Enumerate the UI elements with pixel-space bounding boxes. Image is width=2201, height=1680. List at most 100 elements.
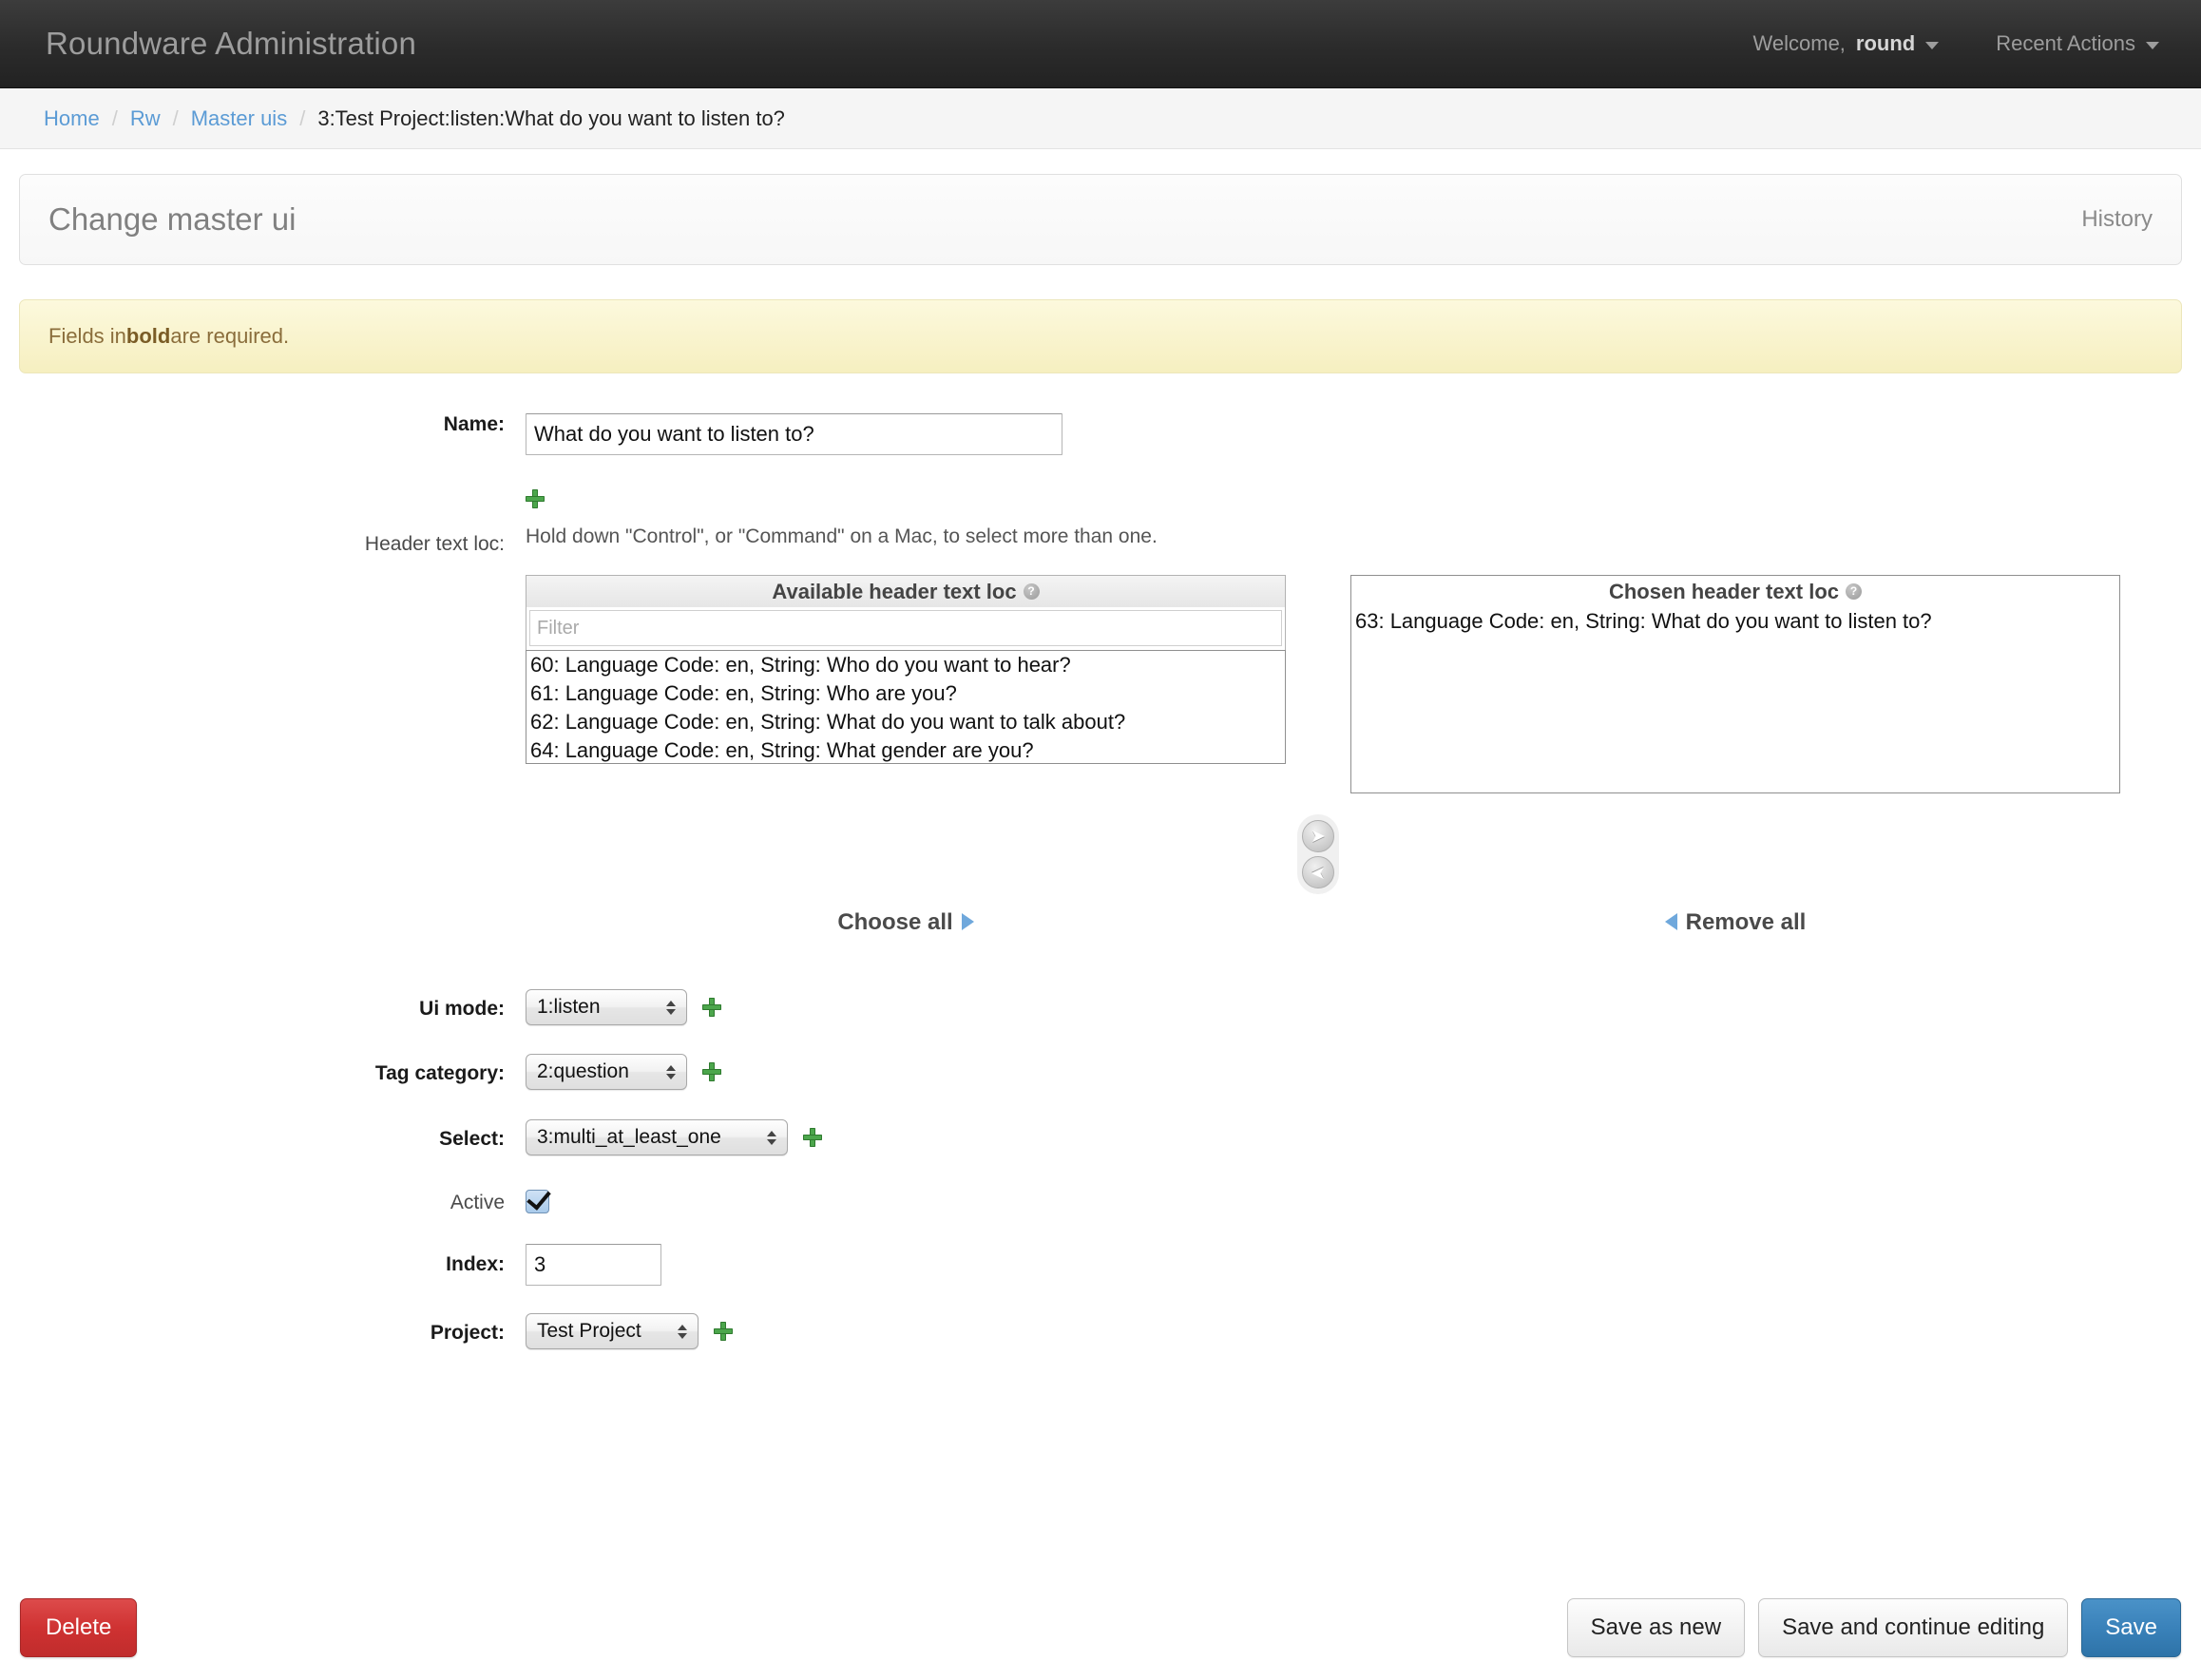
select-select[interactable]: 3:multi_at_least_one (526, 1119, 788, 1155)
stepper-icon (663, 1000, 682, 1015)
ui-mode-label: Ui mode: (419, 998, 505, 1020)
welcome-prefix: Welcome, (1752, 31, 1846, 55)
stepper-icon (663, 1064, 682, 1079)
save-button-group: Save as new Save and continue editing Sa… (1566, 1598, 2181, 1657)
field-row-name: Name: (19, 413, 2182, 455)
add-select-plus-icon[interactable] (802, 1128, 822, 1147)
chooser-arrow-group: ➤ ➤ (1286, 575, 1350, 894)
breadcrumb-separator: / (299, 105, 306, 130)
available-filter-wrap (526, 607, 1286, 650)
project-select-value: Test Project (537, 1320, 641, 1342)
select-label: Select: (439, 1128, 505, 1150)
save-as-new-button[interactable]: Save as new (1566, 1598, 1746, 1657)
breadcrumb: Home / Rw / Master uis / 3:Test Project:… (0, 88, 2201, 149)
available-filter-input[interactable] (529, 610, 1282, 646)
remove-all-label: Remove all (1685, 909, 1807, 935)
recent-actions-label: Recent Actions (1996, 31, 2135, 55)
arrow-left-glyph: ➤ (1311, 862, 1326, 883)
arrow-right-icon (961, 912, 974, 930)
remove-selected-arrow-left-icon[interactable]: ➤ (1302, 856, 1334, 888)
history-link[interactable]: History (2081, 206, 2153, 233)
choose-all-label: Choose all (837, 909, 953, 935)
field-row-project: Project: Test Project (19, 1313, 2182, 1349)
save-button[interactable]: Save (2081, 1598, 2181, 1657)
active-label: Active (450, 1192, 505, 1213)
available-option-item[interactable]: 62: Language Code: en, String: What do y… (526, 708, 1285, 736)
active-checkbox[interactable] (526, 1190, 549, 1213)
arrow-right-glyph: ➤ (1311, 826, 1326, 847)
notice-text-pre: Fields in (48, 324, 126, 348)
chevron-down-icon (1925, 42, 1940, 49)
available-options-list[interactable]: 60: Language Code: en, String: Who do yo… (526, 650, 1286, 764)
available-box: Available header text loc? 60: Language … (526, 575, 1286, 764)
field-row-active: Active (19, 1190, 2182, 1214)
ui-mode-select-value: 1:listen (537, 996, 601, 1018)
index-input[interactable] (526, 1244, 661, 1286)
ui-mode-select[interactable]: 1:listen (526, 989, 687, 1025)
remove-all-link[interactable]: Remove all (1350, 909, 2120, 936)
submit-row: Delete Save as new Save and continue edi… (0, 1575, 2201, 1680)
breadcrumb-separator: / (172, 105, 179, 130)
field-row-select: Select: 3:multi_at_least_one (19, 1119, 2182, 1155)
chosen-box-title: Chosen header text loc? (1350, 575, 2120, 607)
available-option-item[interactable]: 64: Language Code: en, String: What gend… (526, 736, 1285, 763)
chosen-options-list[interactable]: 63: Language Code: en, String: What do y… (1350, 607, 2120, 793)
available-option-item[interactable]: 60: Language Code: en, String: Who do yo… (526, 651, 1285, 679)
required-fields-notice: Fields in bold are required. (19, 299, 2182, 373)
page-title: Change master ui (48, 201, 297, 237)
breadcrumb-separator: / (111, 105, 118, 130)
main-content: Change master ui History Fields in bold … (0, 174, 2201, 1349)
select-select-value: 3:multi_at_least_one (537, 1126, 721, 1148)
name-label: Name: (443, 413, 505, 435)
header-text-loc-help-text: Hold down "Control", or "Command" on a M… (526, 525, 1158, 547)
breadcrumb-current-item: 3:Test Project:listen:What do you want t… (317, 105, 785, 130)
available-title-text: Available header text loc (772, 580, 1017, 603)
add-header-text-loc-plus-icon[interactable] (526, 489, 545, 509)
name-input[interactable] (526, 413, 1062, 455)
breadcrumb-home-link[interactable]: Home (44, 106, 100, 131)
available-box-title: Available header text loc? (526, 575, 1286, 607)
available-option-item[interactable]: 61: Language Code: en, String: Who are y… (526, 679, 1285, 708)
recent-actions-menu[interactable]: Recent Actions (1996, 31, 2159, 56)
chooser-pill: ➤ ➤ (1297, 814, 1339, 894)
save-and-continue-button[interactable]: Save and continue editing (1758, 1598, 2069, 1657)
project-label: Project: (430, 1322, 505, 1344)
tag-category-label: Tag category: (374, 1062, 505, 1084)
breadcrumb-model-link[interactable]: Master uis (191, 106, 287, 131)
stepper-icon (675, 1324, 694, 1339)
user-menu-welcome[interactable]: Welcome, round (1753, 31, 1940, 56)
topnav-right-group: Welcome, round Recent Actions (1753, 31, 2159, 56)
index-label: Index: (446, 1253, 505, 1275)
choose-remove-all-row: Choose all Remove all (526, 909, 2182, 936)
chosen-option-item[interactable]: 63: Language Code: en, String: What do y… (1351, 607, 2119, 636)
change-form: Name: Header text loc: Hold down "Contro… (19, 413, 2182, 1349)
add-tag-category-plus-icon[interactable] (701, 1062, 721, 1081)
add-project-plus-icon[interactable] (713, 1322, 733, 1341)
site-brand-title: Roundware Administration (46, 26, 417, 61)
top-navbar: Roundware Administration Welcome, round … (0, 0, 2201, 88)
delete-button[interactable]: Delete (20, 1598, 138, 1657)
project-select[interactable]: Test Project (526, 1313, 699, 1349)
notice-text-bold: bold (125, 324, 171, 348)
field-row-ui-mode: Ui mode: 1:listen (19, 989, 2182, 1025)
field-row-header-text-loc: Header text loc: Hold down "Control", or… (19, 487, 2182, 936)
field-row-index: Index: (19, 1244, 2182, 1286)
choose-all-link[interactable]: Choose all (526, 909, 1286, 936)
arrow-left-icon (1664, 912, 1677, 930)
help-icon[interactable]: ? (1846, 582, 1863, 600)
chevron-down-icon (2146, 42, 2159, 49)
notice-text-post: are required. (170, 324, 290, 348)
add-ui-mode-plus-icon[interactable] (701, 998, 721, 1017)
page-header-panel: Change master ui History (19, 174, 2182, 265)
field-row-tag-category: Tag category: 2:question (19, 1054, 2182, 1090)
help-icon[interactable]: ? (1023, 582, 1040, 600)
tag-category-select-value: 2:question (537, 1060, 629, 1082)
multi-select-widget: Available header text loc? 60: Language … (526, 575, 2182, 894)
chosen-title-text: Chosen header text loc (1608, 580, 1840, 603)
stepper-icon (764, 1130, 783, 1145)
add-selected-arrow-right-icon[interactable]: ➤ (1302, 820, 1334, 852)
tag-category-select[interactable]: 2:question (526, 1054, 687, 1090)
username-label: round (1855, 31, 1916, 55)
breadcrumb-app-link[interactable]: Rw (130, 106, 161, 131)
chosen-box: Chosen header text loc? 63: Language Cod… (1350, 575, 2120, 793)
